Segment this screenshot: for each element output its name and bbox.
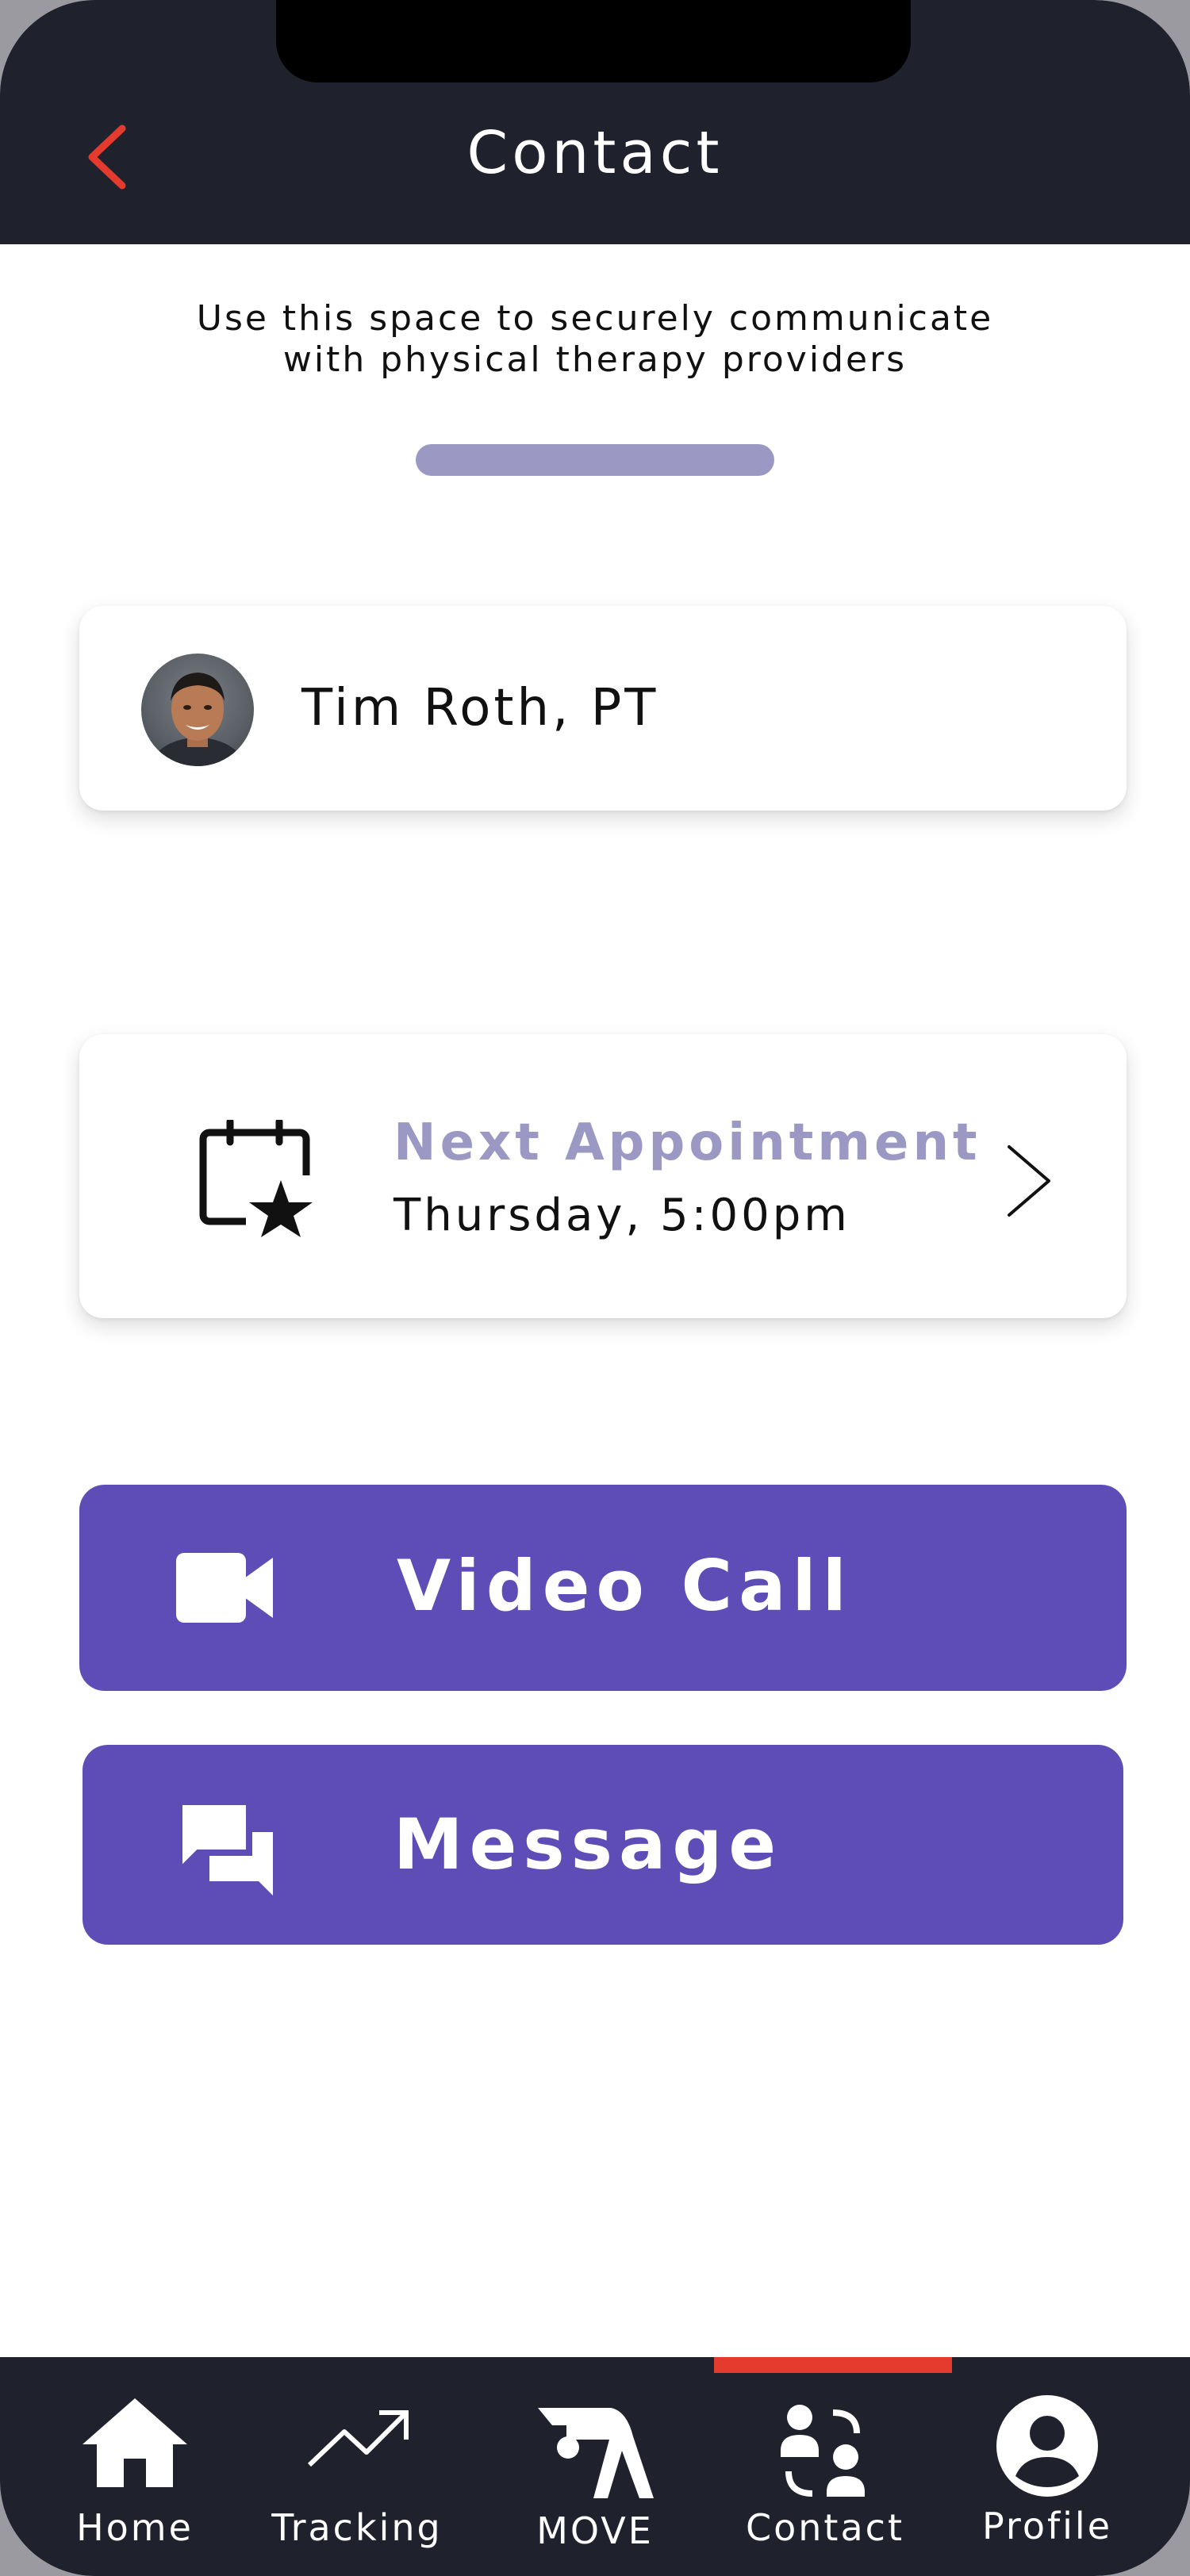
provider-name: Tim Roth, PT: [301, 679, 659, 738]
message-button[interactable]: Message: [83, 1745, 1123, 1945]
divider-pill: [416, 444, 774, 476]
provider-card[interactable]: Tim Roth, PT: [79, 606, 1127, 811]
intro-line-2: with physical therapy providers: [282, 339, 908, 380]
nav-item-profile[interactable]: Profile: [960, 2357, 1134, 2576]
appointment-time: Thursday, 5:00pm: [393, 1190, 850, 1241]
intro-text: Use this space to securely communicate w…: [159, 298, 1031, 381]
video-call-label: Video Call: [397, 1545, 853, 1627]
page-title: Contact: [466, 119, 724, 187]
nav-label-profile: Profile: [981, 2505, 1113, 2547]
avatar: [141, 654, 254, 766]
stretch-figure-icon: [538, 2408, 654, 2498]
intro-line-1: Use this space to securely communicate: [196, 298, 994, 339]
nav-label-tracking: Tracking: [271, 2506, 443, 2549]
nav-item-contact[interactable]: Contact: [730, 2357, 920, 2576]
nav-label-contact: Contact: [746, 2506, 904, 2549]
nav-item-tracking[interactable]: Tracking: [262, 2357, 452, 2576]
appointment-label: Next Appointment: [393, 1114, 981, 1172]
home-icon: [83, 2398, 187, 2487]
bottom-nav: Home Tracking MOVE Contact Profile: [0, 2357, 1190, 2576]
contacts-icon: [781, 2405, 865, 2497]
message-label: Message: [393, 1804, 783, 1885]
video-camera-icon: [176, 1553, 273, 1623]
user-circle-icon: [996, 2395, 1098, 2497]
phone-screen: Contact Use this space to securely commu…: [0, 0, 1190, 2576]
nav-item-move[interactable]: MOVE: [508, 2357, 682, 2576]
trending-up-icon: [307, 2410, 409, 2467]
next-appointment-card[interactable]: Next Appointment Thursday, 5:00pm: [79, 1034, 1127, 1318]
device-notch: [276, 0, 911, 82]
video-call-button[interactable]: Video Call: [79, 1485, 1127, 1691]
nav-label-home: Home: [76, 2506, 194, 2549]
nav-item-home[interactable]: Home: [48, 2357, 222, 2576]
nav-label-move: MOVE: [536, 2509, 654, 2552]
calendar-star-icon: [199, 1120, 316, 1239]
app-header: Contact: [0, 0, 1190, 244]
chevron-right-icon: [1008, 1145, 1050, 1217]
chat-bubbles-icon: [176, 1799, 273, 1896]
